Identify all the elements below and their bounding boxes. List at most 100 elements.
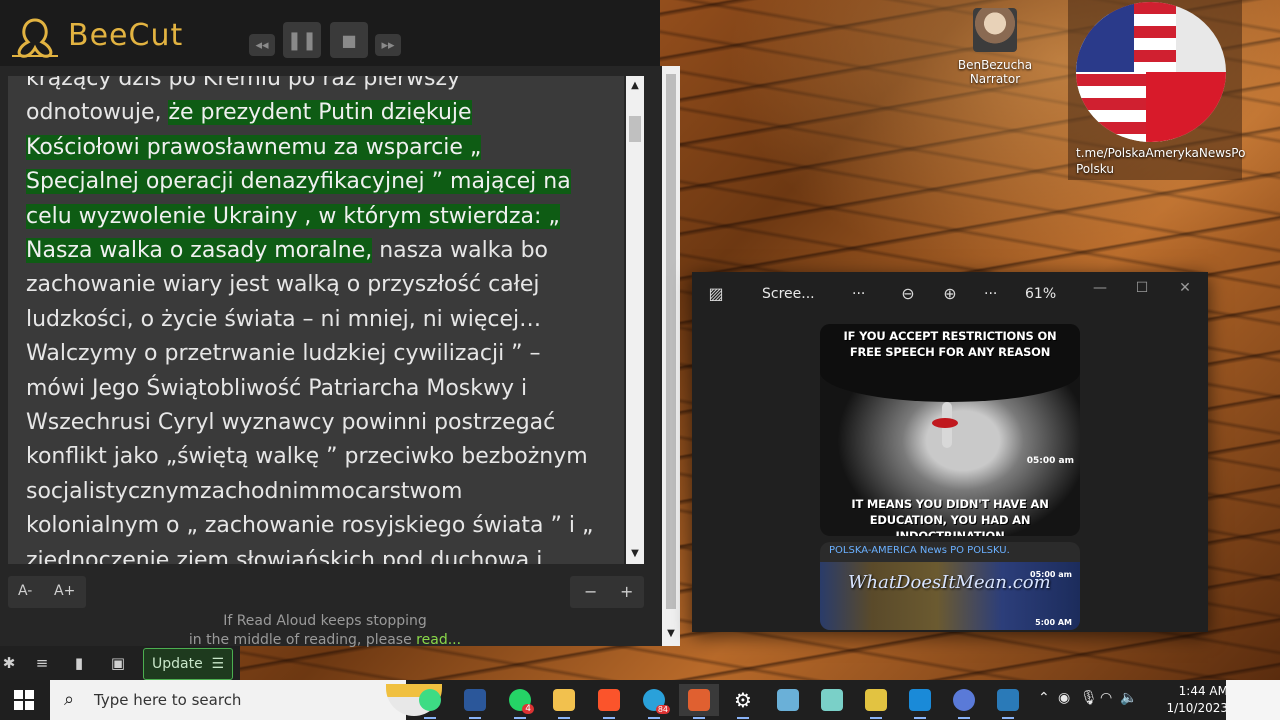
wifi-icon[interactable]: ◠ [1100, 690, 1112, 706]
tray-app-icon[interactable]: ◉ [1058, 690, 1070, 706]
zoom-in-button[interactable]: + [620, 582, 633, 601]
reading-line: Walczymy o przetrwanie ludzkiej cywiliza… [26, 337, 616, 371]
reading-line: odnotowuje, że prezydent Putin dziękuje [26, 96, 616, 130]
font-decrease-button[interactable]: A- [18, 583, 32, 599]
reading-text-span: nasza walka bo [372, 238, 548, 264]
microphone-icon[interactable]: 🎙 [1080, 690, 1098, 706]
reading-text-span: kolonialnym o „ zachowanie rosyjskiego ś… [26, 513, 594, 539]
post-channel-title: POLSKA-AMERICA News PO POLSKU. [829, 545, 1010, 556]
volume-icon[interactable]: 🔈 [1120, 690, 1137, 706]
windows-start-icon[interactable] [14, 690, 34, 710]
wallet-icon[interactable]: ▣ [109, 654, 127, 672]
hint-line-1: If Read Aloud keeps stopping [223, 613, 427, 629]
more-options-button-2[interactable]: ··· [984, 286, 997, 302]
taskbar-clock[interactable]: 1:44 AM 1/10/2023 [1158, 683, 1228, 717]
reading-line: celu wyzwolenie Ukrainy , w którym stwie… [26, 200, 616, 234]
scroll-down-arrow-icon[interactable]: ▼ [626, 546, 644, 562]
fast-forward-button[interactable]: ▸▸ [375, 34, 401, 56]
beecut-toolbar: BeeCut ◂◂ ❚❚ ■ ▸▸ [0, 0, 660, 66]
close-icon[interactable]: ✕ [1175, 280, 1195, 300]
app-rocket-icon[interactable] [679, 684, 719, 719]
reading-line: mówi Jego Świątobliwość Patriarcha Moskw… [26, 372, 616, 406]
app-cube-icon[interactable] [812, 684, 852, 716]
meme-top-caption: IF YOU ACCEPT RESTRICTIONS ON FREE SPEEC… [843, 329, 1057, 359]
reading-text-area[interactable]: krążący dziś po Kremlu po raz pierwszy od… [8, 76, 624, 564]
reading-line: krążący dziś po Kremlu po raz pierwszy [26, 76, 616, 96]
whatsapp-icon[interactable]: 4 [500, 684, 540, 719]
panel-scroll-down-icon[interactable]: ▼ [662, 628, 680, 644]
reading-line: Kościołowi prawosławnemu za wsparcie „ [26, 131, 616, 165]
zoom-out-button[interactable]: − [584, 582, 597, 601]
post-watermark: WhatDoesItMean.com [848, 572, 1051, 593]
reading-text-span: zachowanie wiary jest walką o przyszłość… [26, 272, 540, 298]
update-label: Update [152, 656, 203, 672]
rewind-button[interactable]: ◂◂ [249, 34, 275, 56]
zoom-out-icon[interactable]: ⊖ [898, 284, 918, 304]
extension-puzzle-icon[interactable]: ✱ [0, 654, 18, 672]
file-explorer-icon[interactable] [544, 684, 584, 719]
telegram-badge: 84 [655, 705, 670, 714]
desktop-icon-label: Polsku [1076, 162, 1114, 176]
photos-app-icon: ▨ [708, 284, 724, 303]
menu-icon: ☰ [211, 656, 224, 672]
clock-date: 1/10/2023 [1166, 701, 1228, 715]
photos-title: Scree... [762, 286, 815, 302]
font-increase-button[interactable]: A+ [54, 583, 75, 599]
text-scroll-thumb[interactable] [629, 116, 641, 142]
scroll-up-arrow-icon[interactable]: ▲ [626, 78, 644, 94]
taskbar-search-box[interactable]: ⌕ Type here to search [50, 680, 442, 720]
settings-gear-icon[interactable]: ⚙ [723, 684, 763, 719]
desktop-icon-label: Narrator [969, 72, 1021, 86]
bee-logo-icon [12, 18, 58, 58]
panel-scrollbar[interactable]: ▼ [662, 66, 680, 646]
windows-taskbar: ⌕ Type here to search 4 84 ⚙ ⌃ ◉ 🎙 ◠ 🔈 1… [0, 680, 1280, 720]
android-app-icon[interactable] [410, 684, 450, 719]
reading-line: ludzkości, o życie świata – ni mniej, ni… [26, 303, 616, 337]
post-timestamp-2: 5:00 AM [1035, 618, 1072, 627]
search-placeholder: Type here to search [94, 691, 242, 709]
notepad-icon[interactable] [768, 684, 808, 716]
narrator-avatar-icon [973, 8, 1017, 52]
desktop-icon-narrator[interactable]: BenBezucha Narrator [952, 8, 1038, 86]
reading-line: zachowanie wiary jest walką o przyszłość… [26, 268, 616, 302]
word-icon[interactable] [455, 684, 495, 719]
telegram-icon[interactable]: 84 [634, 684, 674, 719]
highlighted-text: Specjalnej operacji denazyfikacyjnej ” m… [26, 169, 571, 195]
reading-line: zjednoczenie ziem słowiańskich pod ducho… [26, 544, 616, 564]
panel-scroll-thumb[interactable] [666, 74, 676, 609]
photos-app-taskbar-icon[interactable] [988, 684, 1028, 719]
reading-text: krążący dziś po Kremlu po raz pierwszy od… [26, 76, 616, 564]
screenshot-image-meme: IF YOU ACCEPT RESTRICTIONS ON FREE SPEEC… [820, 324, 1080, 536]
desktop-icon-telegram-link[interactable]: t.me/PolskaAmerykaNewsPo Polsku [1068, 0, 1245, 180]
reading-line: Specjalnej operacji denazyfikacyjnej ” m… [26, 165, 616, 199]
hint-read-link[interactable]: read... [416, 632, 461, 648]
reading-text-span: socjalistycznymzachodnimmocarstwom [26, 478, 463, 504]
minimize-icon[interactable]: — [1090, 280, 1110, 300]
brave-browser-icon[interactable] [589, 684, 629, 719]
pause-button[interactable]: ❚❚ [283, 22, 321, 58]
reading-line: Wszechrusi Cyryl wyznawcy powinni postrz… [26, 406, 616, 440]
stop-button[interactable]: ■ [330, 22, 368, 58]
show-desktop-button[interactable] [1226, 680, 1280, 720]
show-hidden-icons-chevron-icon[interactable]: ⌃ [1038, 690, 1050, 706]
zoom-in-icon[interactable]: ⊕ [940, 284, 960, 304]
zoom-controls: − + [570, 576, 644, 608]
photos-viewer-window: ▨ Scree... ··· ⊖ ⊕ ··· 61% — ☐ ✕ IF YOU … [692, 272, 1208, 632]
highlighted-text: Kościołowi prawosławnemu za wsparcie „ [26, 134, 482, 160]
highlighted-text: celu wyzwolenie Ukrainy , w którym stwie… [26, 203, 560, 229]
sidebar-icon[interactable]: ▮ [70, 654, 88, 672]
reading-text-span: konflikt jako „świętą walkę ” przeciwko … [26, 444, 588, 470]
zoom-level: 61% [1025, 286, 1057, 302]
more-options-button[interactable]: ··· [852, 286, 865, 302]
obs-icon[interactable] [944, 684, 984, 719]
update-button[interactable]: Update ☰ [143, 648, 233, 680]
beecut-app-icon[interactable] [856, 684, 896, 719]
playlist-icon[interactable]: ≡ [33, 654, 51, 672]
media-player-icon[interactable] [900, 684, 940, 719]
text-scrollbar[interactable]: ▲ ▼ [626, 76, 644, 564]
lips-shape [932, 418, 958, 428]
desktop-icon-label: BenBezucha [957, 58, 1033, 72]
maximize-icon[interactable]: ☐ [1132, 280, 1152, 300]
search-icon: ⌕ [64, 689, 75, 710]
meme-bottom-caption: IT MEANS YOU DIDN'T HAVE AN EDUCATION, Y… [851, 497, 1049, 536]
